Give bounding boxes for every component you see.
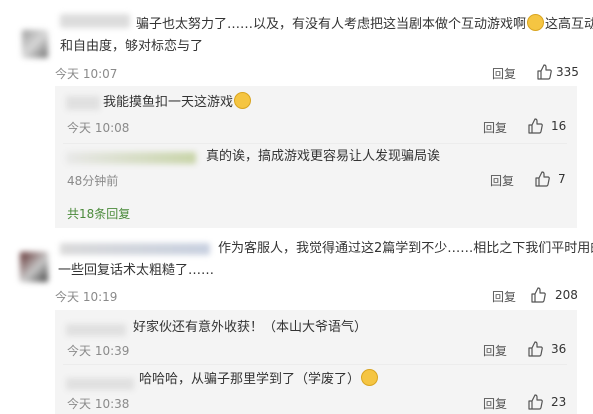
comment-text-tail: 这高互动性 [545,17,593,32]
reply-time: 今天 10:38 [67,397,130,411]
divider [63,143,567,144]
reply-button[interactable]: 回复 [483,395,507,412]
avatar[interactable] [22,30,48,58]
smile-emoji-icon [361,369,379,386]
thumbs-up-icon [528,341,543,357]
reply-text: 好家伙还有意外收获！（本山大爷语气） [133,320,368,335]
more-replies-link[interactable]: 共18条回复 [67,205,130,222]
like-count: 36 [551,342,567,356]
username-blurred [66,152,196,164]
like-button[interactable] [527,341,543,361]
like-count: 16 [551,119,567,133]
username-blurred [60,14,130,28]
like-button[interactable] [527,394,543,414]
comment-time: 今天 10:07 [55,67,118,81]
comment-text-line2: 和自由度，够对标恋与了 [60,39,204,54]
comment-text: 骗子也太努力了……以及，有没有人考虑把这当剧本做个互动游戏啊 这高互动性 [136,14,593,36]
thumbs-up-icon [528,394,543,410]
reply-text-content: 哈哈哈，从骗子那里学到了（学废了） [139,372,361,387]
like-button[interactable] [527,118,543,138]
like-count: 23 [551,395,567,409]
laugh-emoji-icon [234,92,252,109]
reply-button[interactable]: 回复 [483,119,507,136]
comment-text: 作为客服人，我觉得通过这2篇学到不少……相比之下我们平时用的 [218,241,593,256]
comment-text-line2: 一些回复话术太粗糙了…… [58,263,215,278]
comment-text-line: 骗子也太努力了……以及，有没有人考虑把这当剧本做个互动游戏啊 [136,17,527,32]
username-blurred [60,243,210,255]
reply-text: 哈哈哈，从骗子那里学到了（学废了） [139,369,379,391]
avatar[interactable] [20,252,48,282]
smile-emoji-icon [527,14,545,31]
thumbs-up-icon [537,64,552,80]
username-blurred [66,378,134,390]
reply-text: 我能摸鱼扣一天这游戏 [103,92,252,114]
thumbs-up-icon [535,171,550,187]
reply-time: 今天 10:08 [67,121,130,135]
like-count: 335 [556,65,579,79]
reply-text: 真的诶，搞成游戏更容易让人发现骗局诶 [206,149,441,164]
thumbs-up-icon [528,118,543,134]
like-button[interactable] [534,171,550,191]
reply-button[interactable]: 回复 [492,288,516,305]
like-count: 208 [555,288,578,302]
like-button[interactable] [530,287,546,307]
reply-button[interactable]: 回复 [483,342,507,359]
like-button[interactable] [536,64,552,84]
like-count: 7 [558,172,566,186]
thumbs-up-icon [531,287,546,303]
reply-button[interactable]: 回复 [490,172,514,189]
divider [63,364,567,365]
reply-time: 今天 10:39 [67,344,130,358]
username-blurred [66,324,126,336]
username-blurred [66,96,100,110]
reply-button[interactable]: 回复 [492,65,516,82]
reply-time: 48分钟前 [67,174,119,188]
comment-time: 今天 10:19 [55,290,118,304]
reply-text-content: 我能摸鱼扣一天这游戏 [103,95,234,110]
